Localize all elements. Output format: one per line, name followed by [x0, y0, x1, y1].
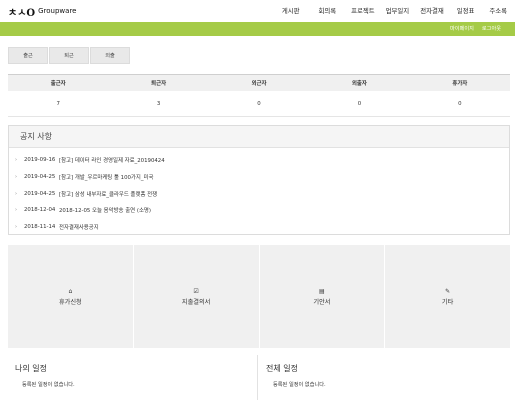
nav-item-work-log[interactable]: 업무일지	[386, 6, 410, 15]
notice-date: 2018-11-14	[24, 224, 56, 231]
stats-header-cell: 외출자	[351, 81, 367, 87]
tile-expense-report[interactable]: ☑ 지출결의서	[133, 245, 259, 348]
attendance-stats-table: 출근자 퇴근자 외근자 외출자 휴가자 7 3 0 0 0	[8, 74, 510, 117]
notice-text: 2018-12-05 오늘 음악방송 출연 (소명)	[59, 208, 151, 215]
nav-item-board[interactable]: 게시판	[282, 6, 300, 15]
logo-mark: ㅊㅅO	[8, 7, 36, 19]
nav-item-project[interactable]: 프로젝트	[351, 6, 375, 15]
document-icon: ▤	[319, 288, 325, 295]
stats-value-cell: 0	[257, 100, 261, 107]
all-schedule-empty-text: 등록된 일정이 없습니다.	[273, 382, 326, 388]
tile-other[interactable]: ✎ 기타	[385, 245, 510, 348]
sub-header-bar: 마이페이지 로그아웃	[0, 22, 515, 36]
tile-draft[interactable]: ▤ 기안서	[259, 245, 385, 348]
stats-header-cell: 퇴근자	[151, 81, 167, 87]
logo-name: Groupware	[38, 7, 77, 15]
stats-value-cell: 0	[458, 100, 462, 107]
stats-header-row: 출근자 퇴근자 외근자 외출자 휴가자	[8, 75, 510, 91]
notice-item[interactable]: › 2019-04-25 [참고] 개발_우르마케팅 툴 100가지_미국	[9, 169, 509, 186]
my-schedule-title: 나의 일정	[15, 364, 47, 373]
stats-header-cell: 외근자	[251, 81, 267, 87]
notice-title: 공지 사항	[9, 126, 509, 148]
notice-text: [참고] 개발_우르마케팅 툴 100가지_미국	[59, 175, 154, 182]
chevron-right-icon: ›	[15, 190, 17, 197]
nav-item-minutes[interactable]: 회의록	[318, 6, 336, 15]
nav-item-calendar[interactable]: 일정표	[457, 6, 475, 15]
tile-label: 지출결의서	[181, 299, 211, 306]
notice-date: 2019-04-25	[24, 190, 56, 197]
tile-label: 휴가신청	[58, 299, 82, 306]
notice-item[interactable]: › 2018-11-14 전자결재사용공지	[9, 219, 509, 236]
notice-item[interactable]: › 2019-04-25 [참고] 삼성 내부자료_클라우드 플랫폼 전쟁	[9, 185, 509, 202]
attendance-buttons: 출근 퇴근 외출	[8, 47, 130, 64]
stats-value-cell: 7	[56, 100, 60, 107]
expense-icon: ☑	[193, 288, 199, 295]
stats-value-row: 7 3 0 0 0	[8, 91, 510, 117]
notice-date: 2019-04-25	[24, 174, 56, 181]
check-in-button[interactable]: 출근	[8, 47, 48, 64]
stats-value-cell: 0	[357, 100, 362, 107]
tile-label: 기안서	[313, 299, 331, 306]
stats-value-cell: 3	[156, 100, 161, 107]
all-schedule-title: 전체 일정	[266, 364, 298, 373]
outing-button[interactable]: 외출	[90, 47, 130, 64]
chevron-right-icon: ›	[15, 157, 17, 164]
tile-vacation-request[interactable]: ⌂ 휴가신청	[8, 245, 133, 348]
chevron-right-icon: ›	[15, 174, 17, 181]
home-icon: ⌂	[68, 288, 73, 295]
main-nav: 게시판 회의록 프로젝트 업무일지 전자결재 일정표 주소록	[282, 6, 507, 15]
notice-list: › 2019-09-16 [참고] 데이터 라인 경영일제 자료_2019042…	[9, 148, 509, 235]
notice-date: 2018-12-04	[24, 207, 56, 214]
stats-header-cell: 출근자	[50, 81, 66, 87]
logout-link[interactable]: 로그아웃	[482, 25, 501, 32]
misc-icon: ✎	[445, 288, 451, 295]
notice-item[interactable]: › 2019-09-16 [참고] 데이터 라인 경영일제 자료_2019042…	[9, 152, 509, 169]
tile-label: 기타	[441, 299, 454, 306]
chevron-right-icon: ›	[15, 207, 17, 214]
check-out-button[interactable]: 퇴근	[49, 47, 89, 64]
notice-text: [참고] 데이터 라인 경영일제 자료_20190424	[59, 158, 165, 165]
notice-item[interactable]: › 2018-12-04 2018-12-05 오늘 음악방송 출연 (소명)	[9, 202, 509, 219]
top-header: ㅊㅅO Groupware 게시판 회의록 프로젝트 업무일지 전자결재 일정표…	[0, 0, 515, 22]
my-schedule-panel: 나의 일정 등록된 일정이 없습니다.	[8, 355, 258, 400]
notice-text: 전자결재사용공지	[59, 225, 99, 232]
mypage-link[interactable]: 마이페이지	[450, 25, 474, 32]
my-schedule-empty-text: 등록된 일정이 없습니다.	[22, 382, 75, 388]
notice-text: [참고] 삼성 내부자료_클라우드 플랫폼 전쟁	[59, 191, 158, 198]
stats-header-cell: 휴가자	[452, 81, 468, 87]
chevron-right-icon: ›	[15, 224, 17, 231]
quick-form-tiles: ⌂ 휴가신청 ☑ 지출결의서 ▤ 기안서 ✎ 기타	[8, 245, 510, 348]
logo[interactable]: ㅊㅅO Groupware	[8, 4, 77, 19]
notice-panel: 공지 사항 › 2019-09-16 [참고] 데이터 라인 경영일제 자료_2…	[8, 125, 510, 235]
all-schedule-panel: 전체 일정 등록된 일정이 없습니다.	[259, 355, 510, 400]
notice-date: 2019-09-16	[24, 157, 56, 164]
nav-item-approval[interactable]: 전자결재	[420, 6, 444, 15]
nav-item-address-book[interactable]: 주소록	[489, 6, 507, 15]
